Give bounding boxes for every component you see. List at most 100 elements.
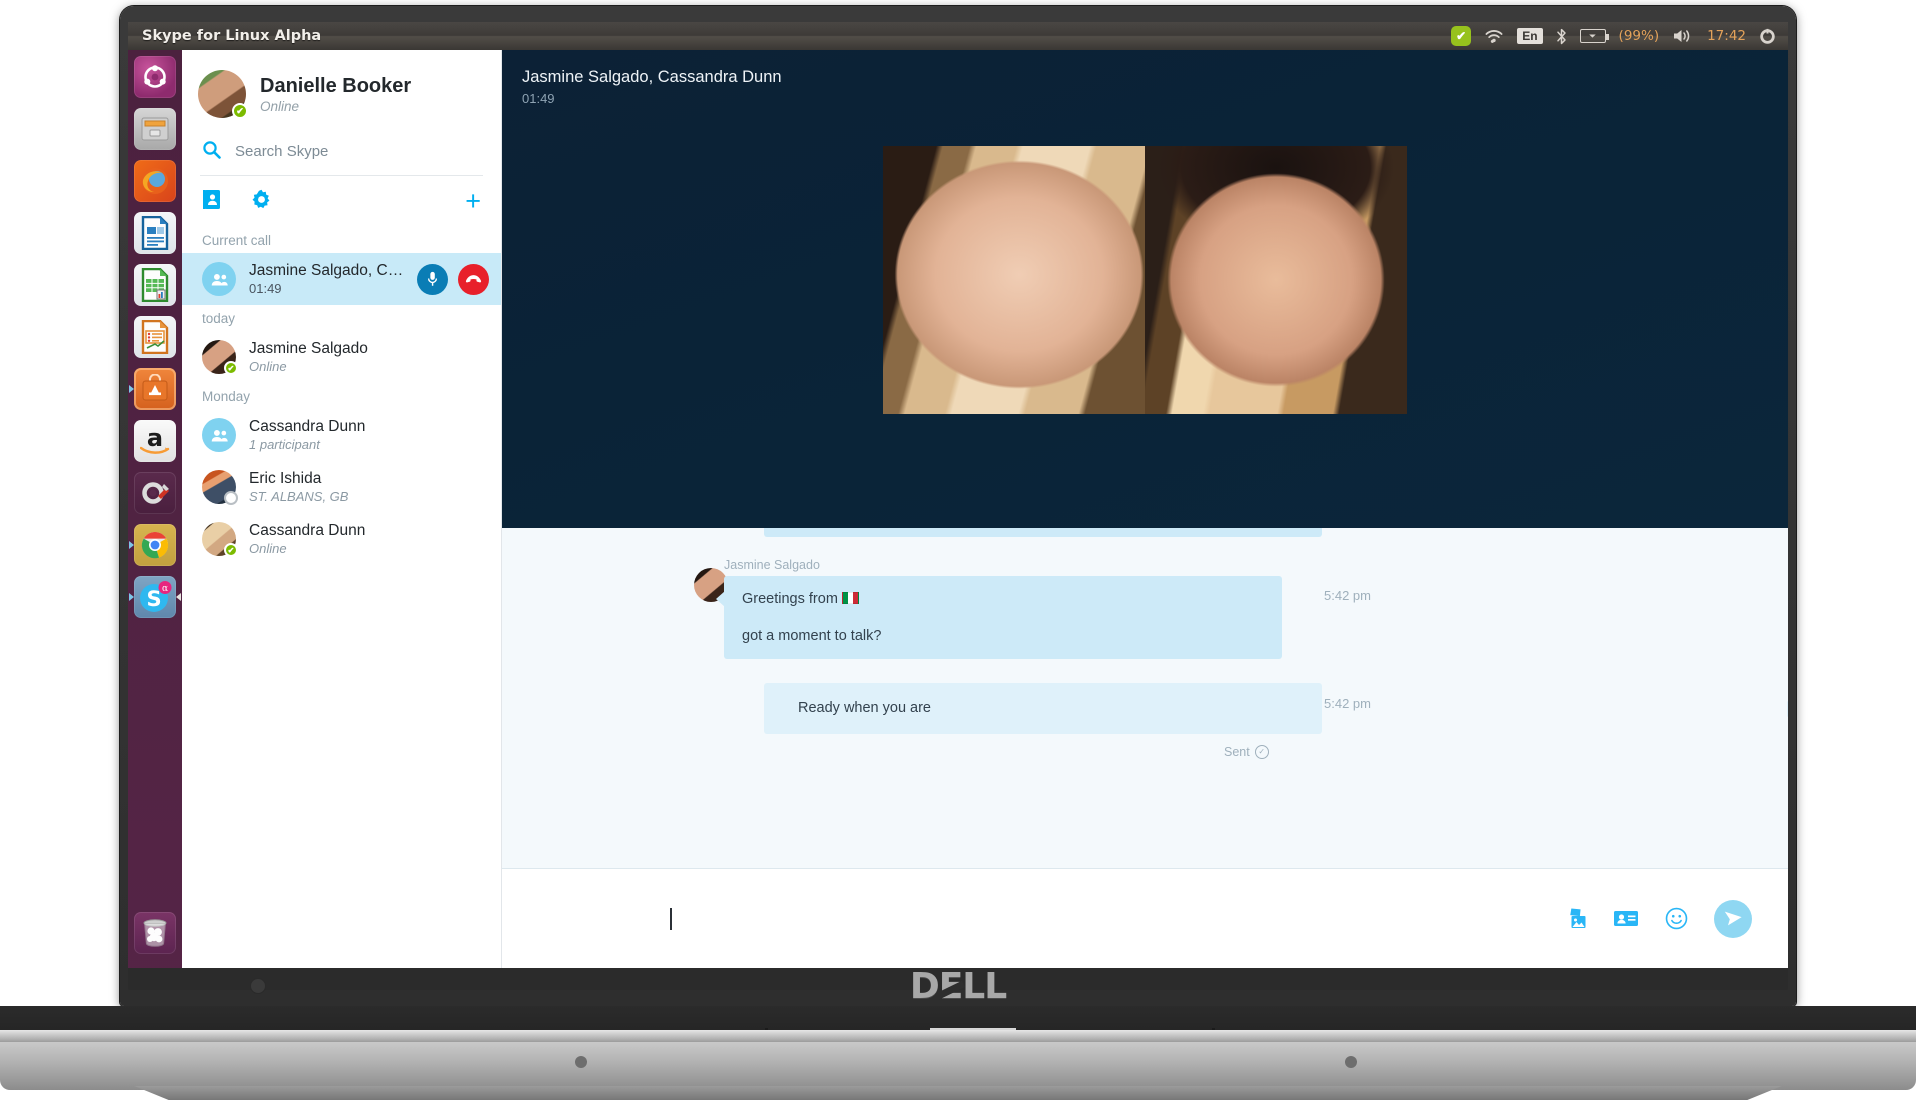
battery-icon[interactable]: ⏷: [1579, 22, 1609, 50]
avatar: ✔: [202, 522, 238, 557]
message-timestamp: 5:42 pm: [1324, 696, 1371, 711]
send-image-button[interactable]: [1563, 907, 1587, 930]
message-receipt: Sent ✓: [1224, 745, 1269, 759]
launcher-item-ubuntu-software[interactable]: [128, 364, 182, 414]
laptop-base-top: [0, 1006, 1916, 1030]
search-row[interactable]: [182, 128, 501, 175]
sidebar-toolbar: +: [182, 176, 501, 227]
ubuntu-top-panel: Skype for Linux Alpha ✔ En ⏷ (99%) 17:42: [128, 22, 1788, 50]
focused-indicator-icon: [176, 593, 181, 601]
conversation-name: Cassandra Dunn: [249, 521, 366, 539]
brand-logo: DELL: [909, 966, 1007, 1007]
volume-icon[interactable]: [1672, 22, 1694, 50]
conversation-status: ST. ALBANS, GB: [249, 489, 349, 505]
settings-gear-button[interactable]: [251, 189, 272, 214]
conversation-row-current-call[interactable]: Jasmine Salgado, Ca... 01:49: [182, 253, 501, 305]
conversation-status: Online: [249, 359, 287, 375]
launcher-item-libreoffice-impress[interactable]: [128, 312, 182, 362]
group-label-monday: Monday: [202, 389, 251, 404]
text-cursor: [670, 907, 672, 930]
conversation-status: Online: [249, 541, 287, 557]
launcher-item-dash-home[interactable]: [128, 52, 182, 102]
base-foot: [1345, 1056, 1357, 1068]
group-label-current-call: Current call: [202, 233, 272, 248]
call-duration: 01:49: [522, 91, 555, 106]
laptop-base: [0, 1042, 1916, 1090]
launcher-item-libreoffice-calc[interactable]: [128, 260, 182, 310]
video-call-pane: Jasmine Salgado, Cassandra Dunn 01:49: [502, 50, 1788, 528]
jasmine-salgado-video-tile[interactable]: [1145, 146, 1407, 414]
message-bubble: Greetings from got a moment to talk?: [724, 576, 1282, 659]
skype-window: ✔ Danielle Booker Online Search Skype + …: [182, 50, 1788, 968]
current-user-profile[interactable]: ✔ Danielle Booker Online: [182, 50, 501, 128]
message-line: Greetings from: [742, 592, 1264, 607]
conversation-name: Jasmine Salgado, Ca...: [249, 261, 404, 279]
launcher-item-files[interactable]: [128, 104, 182, 154]
sidebar: ✔ Danielle Booker Online Search Skype + …: [182, 50, 502, 968]
group-avatar-icon: [202, 418, 236, 452]
current-user-status: Online: [260, 98, 300, 114]
avatar: ✔: [198, 70, 248, 119]
message-incoming: Jasmine Salgado Greetings from got a mom…: [502, 546, 1788, 659]
message-composer[interactable]: [502, 868, 1788, 968]
base-shadow: [134, 1086, 1782, 1100]
window-title: Skype for Linux Alpha: [142, 28, 322, 44]
presence-online-icon: ✔: [224, 361, 238, 375]
call-title: Jasmine Salgado, Cassandra Dunn: [522, 68, 782, 86]
call-header: Jasmine Salgado, Cassandra Dunn 01:49: [502, 50, 1788, 106]
presence-online-icon: ✔: [232, 103, 248, 119]
launcher-item-system-settings[interactable]: [128, 468, 182, 518]
launcher-item-amazon[interactable]: a: [128, 416, 182, 466]
message-bubble: Ready when you are: [764, 683, 1322, 734]
system-indicators: ✔ En ⏷ (99%) 17:42: [1451, 22, 1788, 50]
bluetooth-icon[interactable]: [1556, 22, 1567, 50]
clock[interactable]: 17:42: [1707, 28, 1746, 44]
search-input[interactable]: [235, 143, 465, 160]
italy-flag-icon: [841, 592, 859, 604]
video-tiles: [502, 146, 1788, 414]
unity-launcher: a S α: [128, 50, 182, 968]
check-circle-icon: ✓: [1254, 745, 1269, 759]
gear-icon[interactable]: [1759, 22, 1776, 50]
svg-text:α: α: [162, 584, 168, 594]
screen: Skype for Linux Alpha ✔ En ⏷ (99%) 17:42…: [128, 22, 1788, 968]
avatar: [202, 470, 238, 505]
launcher-item-google-chrome[interactable]: [128, 520, 182, 570]
end-call-button[interactable]: [458, 263, 489, 295]
chat-message-list[interactable]: Jasmine Salgado Greetings from got a mom…: [502, 528, 1788, 868]
conversation-row-cassandra-dunn-group[interactable]: Cassandra Dunn 1 participant: [182, 409, 501, 461]
receipt-label: Sent: [1224, 745, 1250, 759]
chat-pane: Jasmine Salgado Greetings from got a mom…: [502, 528, 1788, 968]
previous-message-partial: [764, 528, 1322, 537]
call-action-buttons: [417, 263, 489, 295]
presence-online-icon: ✔: [224, 543, 238, 557]
current-user-name: Danielle Booker: [260, 74, 412, 97]
message-sender: Jasmine Salgado: [724, 558, 820, 572]
keyboard-layout-indicator[interactable]: En: [1517, 22, 1543, 50]
wifi-icon[interactable]: [1484, 22, 1504, 50]
group-avatar-icon: [202, 262, 236, 296]
call-duration: 01:49: [249, 281, 282, 297]
avatar: ✔: [202, 340, 238, 375]
launcher-item-trash[interactable]: [128, 908, 182, 958]
sync-check-icon[interactable]: ✔: [1451, 22, 1472, 50]
conversation-row-cassandra-dunn[interactable]: ✔ Cassandra Dunn Online: [182, 513, 501, 565]
composer-actions: [1563, 899, 1788, 938]
emoticon-button[interactable]: [1665, 907, 1688, 930]
message-line: Ready when you are: [798, 700, 931, 716]
conversation-row-eric-ishida[interactable]: Eric Ishida ST. ALBANS, GB: [182, 461, 501, 513]
mute-microphone-button[interactable]: [417, 263, 448, 295]
laptop-device: Skype for Linux Alpha ✔ En ⏷ (99%) 17:42…: [0, 0, 1916, 1103]
contacts-book-button[interactable]: [202, 189, 221, 214]
conversation-name: Eric Ishida: [249, 469, 322, 487]
cassandra-dunn-video-tile[interactable]: [883, 146, 1145, 414]
launcher-item-firefox[interactable]: [128, 156, 182, 206]
launcher-item-skype[interactable]: S α: [128, 572, 182, 622]
send-contact-button[interactable]: [1613, 909, 1639, 928]
new-conversation-button[interactable]: +: [465, 188, 481, 215]
conversation-status: 1 participant: [249, 437, 320, 453]
launcher-item-libreoffice-writer[interactable]: [128, 208, 182, 258]
presence-offline-icon: [224, 491, 238, 505]
send-message-button[interactable]: [1714, 899, 1752, 938]
conversation-row-jasmine-salgado[interactable]: ✔ Jasmine Salgado Online: [182, 331, 501, 383]
